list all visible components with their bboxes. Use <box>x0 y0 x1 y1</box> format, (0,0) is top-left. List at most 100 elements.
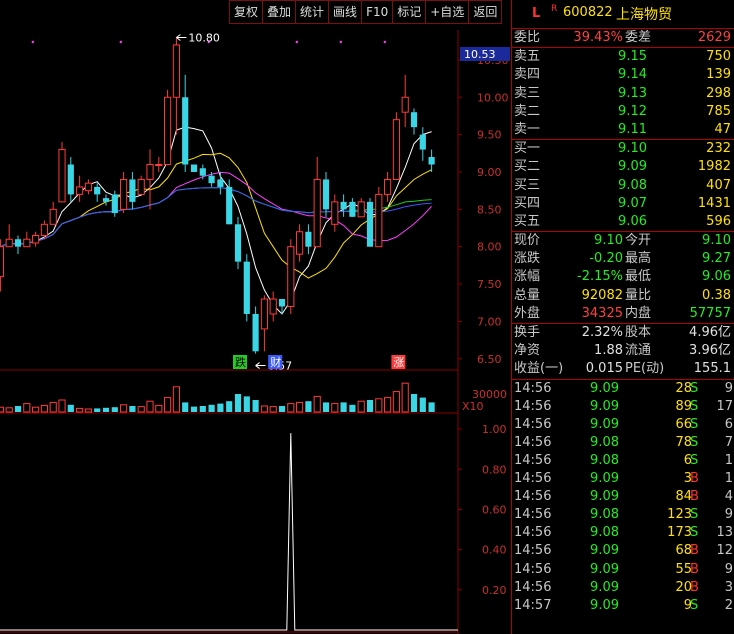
fund-row: 净资 1.88 流通 3.96亿 <box>512 342 734 360</box>
sells-row: 卖五 9.15 750 <box>512 48 734 66</box>
tick-volume: 173 <box>667 525 692 541</box>
tick-count: 12 <box>716 543 733 559</box>
buy-orders: 买一 9.10 232 买二 9.09 1982 买三 9.08 407 买四 9.07 1431 买五… <box>512 140 734 233</box>
fundamentals: 换手 2.32% 股本 4.96亿 净资 1.88 流通 3.96亿 收益(一) 0.015 PE(… <box>512 324 734 380</box>
back-button[interactable]: 返回 <box>469 1 501 23</box>
quote-stats: 现价 9.10 今开 9.10 涨跌 -0.20 最高 9.27 涨幅 -2.15% 最低 9.06 总… <box>512 232 734 324</box>
price-chart[interactable]: 10.5010.009.509.008.508.007.507.006.5010… <box>0 0 510 634</box>
tick-side: S <box>690 416 699 432</box>
volume-bar <box>129 406 136 412</box>
volume-bar <box>49 401 57 413</box>
fund-value: 0.015 <box>585 361 623 377</box>
signal-dot <box>383 40 386 44</box>
sells-volume: 139 <box>706 67 731 83</box>
quote-label: 涨幅 <box>514 269 541 285</box>
candle-body <box>208 175 215 184</box>
weicha-label: 委差 <box>625 30 652 45</box>
candle-body <box>182 97 189 165</box>
high-arrow <box>176 34 187 41</box>
buys-volume: 596 <box>706 213 731 229</box>
candle-body <box>111 194 118 214</box>
indicator-path <box>0 433 458 631</box>
quote-label-2: 内盘 <box>625 305 652 321</box>
indicator-tick-label: 0.60 <box>482 503 507 516</box>
candle-body <box>58 149 66 203</box>
fund-value-2: 155.1 <box>693 361 731 377</box>
quote-row: 总量 92082 量比 0.38 <box>512 287 734 305</box>
buys-row: 买一 9.10 232 <box>512 140 734 158</box>
draw-line-button[interactable]: 画线 <box>329 1 363 23</box>
candle-body <box>428 157 435 165</box>
quote-row: 涨幅 -2.15% 最低 9.06 <box>512 268 734 286</box>
candle-body <box>40 223 48 236</box>
volume-bar <box>357 400 365 413</box>
tick-count: 4 <box>724 489 733 505</box>
candle-body <box>164 96 172 166</box>
price-tick-label: 10.00 <box>477 91 509 104</box>
tick-time: 14:56 <box>514 452 552 468</box>
volume-unit-label: X10 <box>462 400 484 413</box>
tick-row: 14:56 9.09 68 B 12 <box>512 542 734 560</box>
quote-value: -0.20 <box>589 251 623 267</box>
fund-label: 净资 <box>514 343 541 359</box>
buys-price: 9.10 <box>618 141 647 157</box>
volume-bar <box>32 406 40 413</box>
weibi-value: 39.43% <box>573 30 623 45</box>
volume-bar <box>392 391 400 413</box>
volume-bar <box>375 398 383 413</box>
candle-body <box>392 119 400 180</box>
tick-side: S <box>690 597 699 613</box>
buys-label: 买五 <box>514 213 541 229</box>
quote-value-2: 57757 <box>689 305 731 321</box>
volume-bar <box>340 402 347 412</box>
candle-body <box>49 208 57 225</box>
tick-list[interactable]: 14:56 9.09 28 S 9 14:56 9.09 89 S 17 14:56 9.09 66 S 6… <box>512 380 734 615</box>
sells-label: 卖四 <box>514 67 541 83</box>
price-tick-label: 7.00 <box>477 315 502 328</box>
candle-body <box>102 198 110 202</box>
tick-volume: 123 <box>667 507 692 523</box>
add-watchlist-button[interactable]: +自选 <box>426 1 470 23</box>
volume-bar <box>146 400 154 413</box>
overlay-button[interactable]: 叠加 <box>263 1 297 23</box>
candle-body <box>384 178 392 195</box>
candle-body <box>137 178 145 195</box>
tick-price: 9.08 <box>590 452 619 468</box>
high-label: 10.80 <box>188 31 220 44</box>
tick-row: 14:56 9.08 6 S 1 <box>512 452 734 470</box>
buys-row: 买四 9.07 1431 <box>512 195 734 213</box>
tick-time: 14:56 <box>514 398 552 414</box>
tick-price: 9.09 <box>590 543 619 559</box>
candle-body <box>410 112 418 128</box>
fund-label: 收益(一) <box>514 361 564 377</box>
tick-count: 9 <box>724 561 733 577</box>
tick-time: 14:56 <box>514 416 552 432</box>
candle-body <box>366 201 374 247</box>
candle-body <box>217 179 224 187</box>
volume-bars <box>0 382 435 413</box>
volume-bar <box>76 407 84 413</box>
tick-count: 1 <box>724 452 733 468</box>
buys-volume: 1982 <box>697 159 731 175</box>
price-tick-label: 9.50 <box>477 129 502 142</box>
candle-body <box>260 298 268 330</box>
tick-side: S <box>690 434 699 450</box>
price-tick-label: 8.00 <box>477 241 502 254</box>
price-tick-label: 9.00 <box>477 166 502 179</box>
f10-button[interactable]: F10 <box>362 1 394 23</box>
restore-rights-button[interactable]: 复权 <box>230 1 264 23</box>
candle-body <box>349 201 356 217</box>
fund-label: 换手 <box>514 325 541 340</box>
volume-bar <box>182 402 189 412</box>
tick-price: 9.09 <box>590 416 619 432</box>
price-tick-label: 8.50 <box>477 203 502 216</box>
candle-body <box>14 239 22 247</box>
statistics-button[interactable]: 统计 <box>296 1 330 23</box>
tick-time: 14:56 <box>514 543 552 559</box>
mark-button[interactable]: 标记 <box>393 1 427 23</box>
volume-bar <box>243 396 250 412</box>
candle-body <box>234 224 242 262</box>
quote-value-2: 9.10 <box>702 233 731 249</box>
axis-labels: 10.5010.009.509.008.508.007.507.006.5010… <box>458 47 510 597</box>
tick-time: 14:56 <box>514 525 552 541</box>
